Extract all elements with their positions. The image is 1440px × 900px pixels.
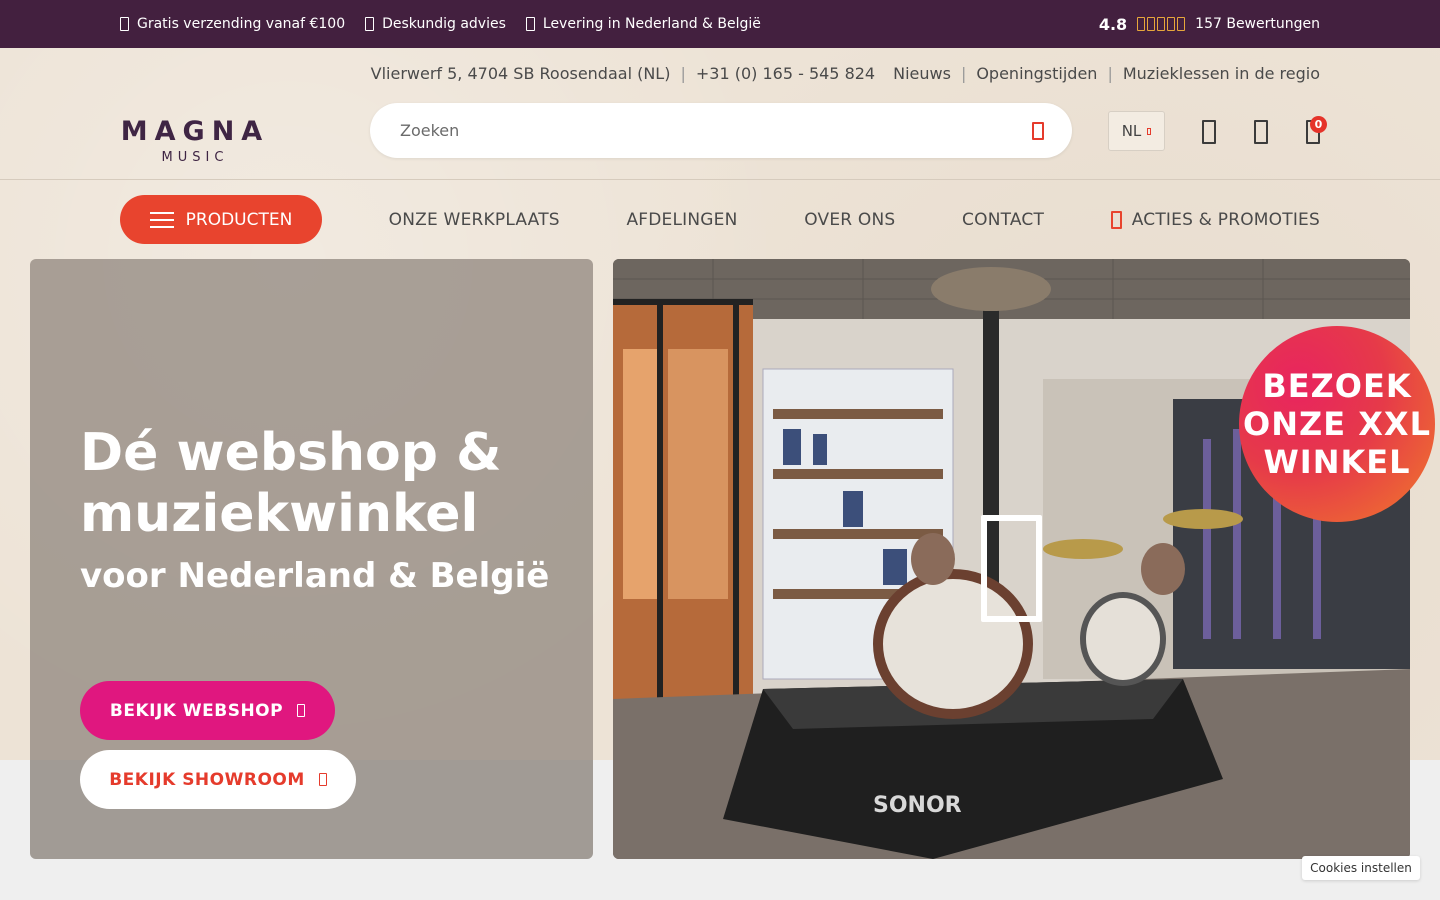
products-menu-button[interactable]: PRODUCTEN [120, 195, 322, 244]
header-link-music-lessons[interactable]: Muzieklessen in de regio [1123, 64, 1320, 83]
video-play-icon[interactable] [981, 515, 1042, 622]
header-link-news[interactable]: Nieuws [893, 64, 951, 83]
account-icon[interactable] [1202, 120, 1216, 144]
search-bar [370, 103, 1072, 158]
nav-item-contact[interactable]: CONTACT [962, 210, 1044, 230]
main-navigation: PRODUCTEN ONZE WERKPLAATS AFDELINGEN OVE… [120, 195, 1320, 244]
visit-xxl-store-badge[interactable]: BEZOEK ONZE XXL WINKEL [1239, 326, 1435, 522]
divider: | [680, 63, 686, 83]
products-label: PRODUCTEN [185, 209, 293, 230]
view-showroom-label: BEKIJK SHOWROOM [109, 769, 305, 790]
star-icon [1157, 17, 1166, 31]
view-webshop-label: BEKIJK WEBSHOP [109, 700, 284, 721]
phone-link[interactable]: +31 (0) 165 - 545 824 [696, 64, 875, 83]
magna-music-logo[interactable]: MAGNA MUSIC [118, 62, 272, 166]
language-label: NL [1121, 122, 1142, 140]
hero-subtitle: voor Nederland & België [80, 556, 550, 596]
wishlist-icon[interactable] [1254, 120, 1268, 144]
soundwave-logo-icon [164, 62, 224, 110]
search-icon[interactable] [1032, 121, 1044, 140]
view-showroom-button[interactable]: BEKIJK SHOWROOM [80, 750, 356, 809]
usp-item: Deskundig advies [365, 16, 506, 32]
arrow-right-icon [318, 773, 327, 786]
usp-label: Deskundig advies [382, 16, 506, 32]
star-icon [1137, 17, 1146, 31]
search-input[interactable] [400, 121, 1032, 140]
language-selector[interactable]: NL [1108, 111, 1165, 151]
nav-item-workshop[interactable]: ONZE WERKPLAATS [389, 210, 560, 230]
chat-icon [365, 17, 375, 31]
nav-item-about[interactable]: OVER ONS [804, 210, 895, 230]
divider: | [1107, 63, 1113, 83]
header-link-opening-hours[interactable]: Openingstijden [976, 64, 1097, 83]
usp-list: Gratis verzending vanaf €100 Deskundig a… [120, 16, 761, 32]
chevron-down-icon [1147, 127, 1152, 135]
nav-item-promotions[interactable]: ACTIES & PROMOTIES [1110, 209, 1320, 230]
arrow-right-icon [297, 704, 306, 717]
usp-label: Levering in Nederland & België [542, 16, 761, 32]
truck-icon [120, 17, 129, 31]
rating-stars [1137, 17, 1186, 31]
header-contact-line: Vlierwerf 5, 4704 SB Roosendaal (NL) | +… [371, 62, 1320, 84]
nav-item-departments[interactable]: AFDELINGEN [626, 210, 737, 230]
hero-title: Dé webshop & muziekwinkel [80, 423, 502, 544]
star-icon [1167, 17, 1176, 31]
view-webshop-button[interactable]: BEKIJK WEBSHOP [80, 681, 335, 740]
tag-icon [1110, 210, 1122, 229]
rating-score: 4.8 [1098, 14, 1128, 34]
divider: | [960, 63, 967, 83]
cart-count-badge: 0 [1310, 116, 1327, 133]
header-divider [0, 179, 1440, 180]
star-icon [1147, 17, 1156, 31]
usp-item: Gratis verzending vanaf €100 [120, 16, 345, 32]
top-bar: Gratis verzending vanaf €100 Deskundig a… [0, 0, 1440, 48]
cookie-settings-button[interactable]: Cookies instellen [1302, 856, 1420, 880]
svg-text:SONOR: SONOR [873, 793, 962, 818]
rating-reviews: 157 Bewertungen [1195, 16, 1320, 32]
star-icon [1177, 17, 1186, 31]
hero-text-panel: Dé webshop & muziekwinkel voor Nederland… [30, 259, 593, 859]
logo-subtitle: MUSIC [161, 150, 229, 165]
rating-widget[interactable]: 4.8 157 Bewertungen [1099, 15, 1320, 34]
store-address: Vlierwerf 5, 4704 SB Roosendaal (NL) [370, 63, 671, 83]
promotions-label: ACTIES & PROMOTIES [1131, 209, 1320, 230]
hamburger-icon [149, 211, 174, 228]
usp-item: Levering in Nederland & België [525, 16, 761, 32]
usp-label: Gratis verzending vanaf €100 [137, 16, 346, 32]
location-icon [525, 17, 535, 31]
logo-wordmark: MAGNA [120, 116, 270, 147]
